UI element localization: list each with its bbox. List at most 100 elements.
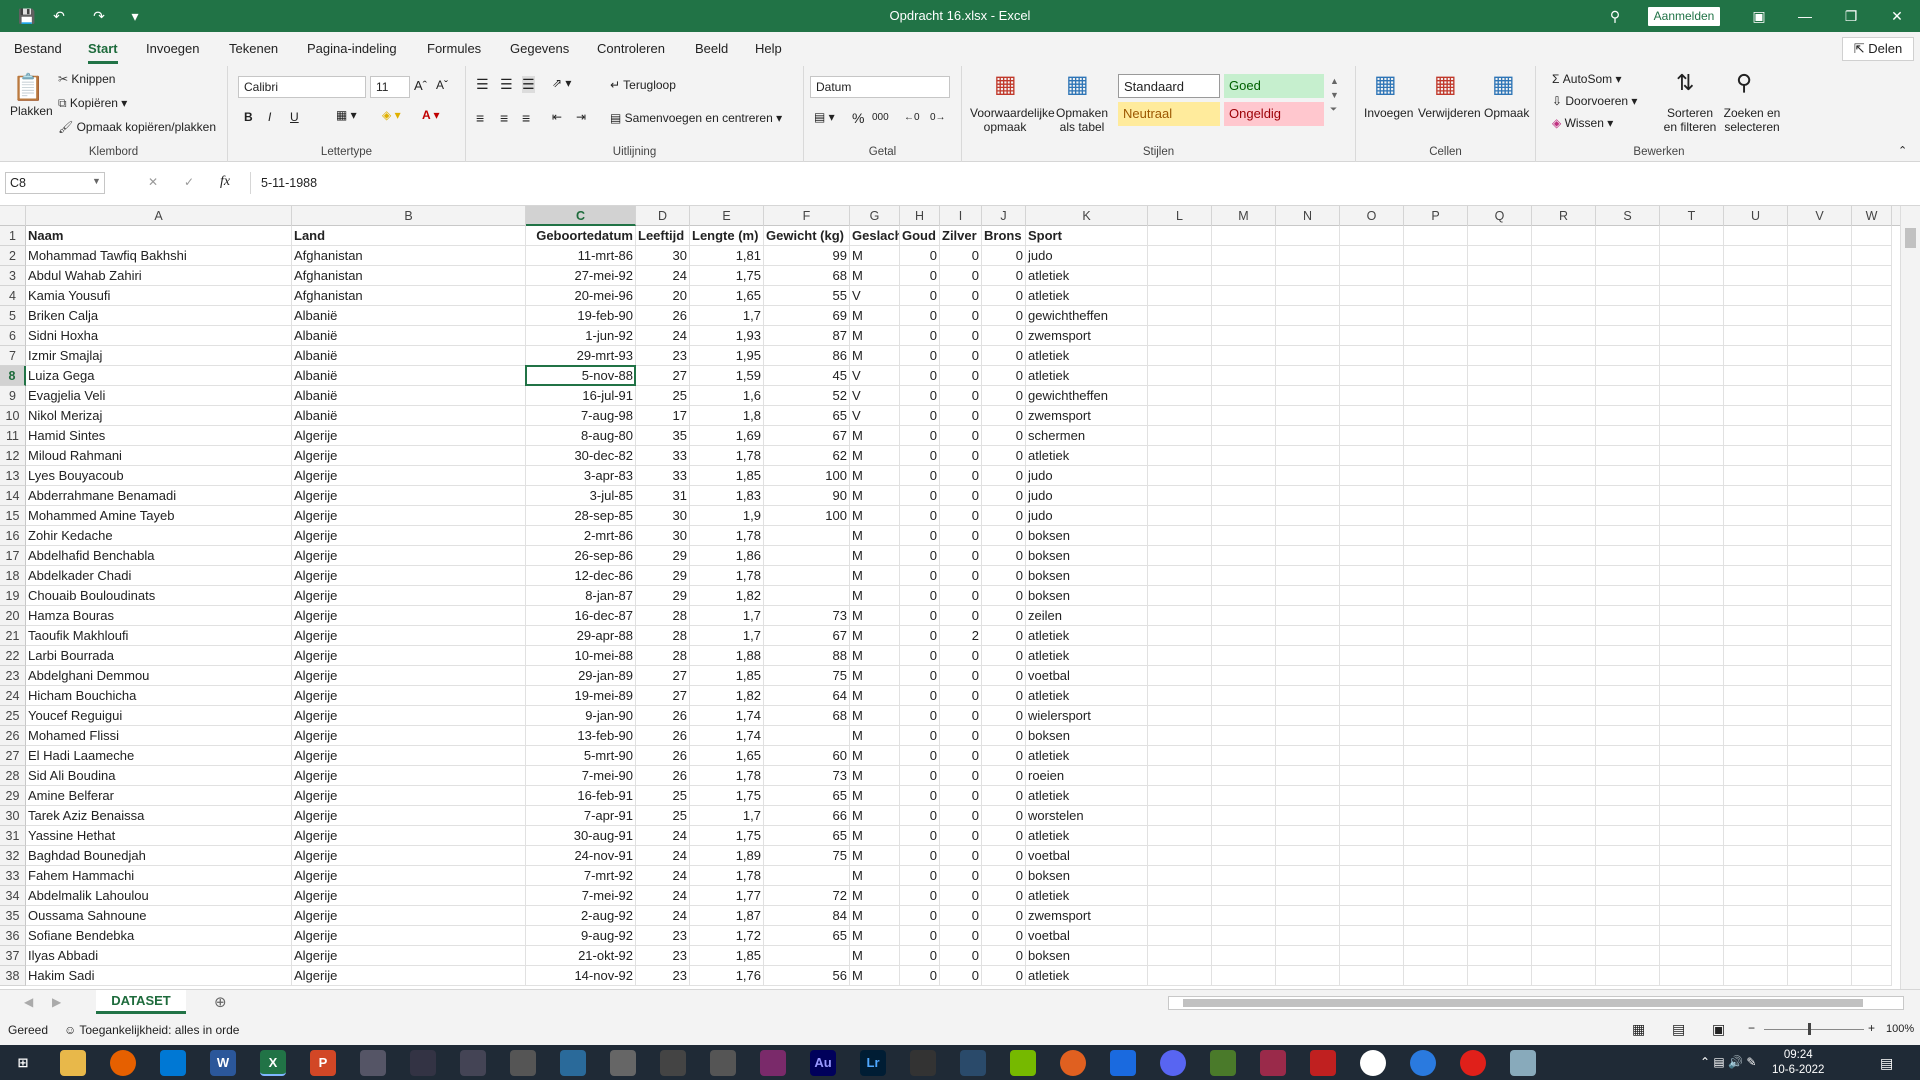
cell[interactable]: V — [850, 406, 900, 426]
align-center-icon[interactable]: ≡ — [500, 110, 508, 126]
cell[interactable] — [1788, 906, 1852, 926]
cell[interactable]: 1,75 — [690, 786, 764, 806]
cell[interactable]: atletiek — [1026, 786, 1148, 806]
cell[interactable] — [1340, 466, 1404, 486]
column-header-b[interactable]: B — [292, 206, 526, 226]
cell[interactable]: 0 — [900, 786, 940, 806]
cell[interactable] — [1852, 946, 1892, 966]
cell[interactable]: Abdul Wahab Zahiri — [26, 266, 292, 286]
cell[interactable] — [1148, 886, 1212, 906]
cell[interactable] — [1724, 346, 1788, 366]
styles-scroll-icon[interactable]: ▲ ▼ ⏷ — [1330, 74, 1339, 116]
cell[interactable] — [1788, 566, 1852, 586]
cell[interactable] — [1404, 786, 1468, 806]
merge-center-button[interactable]: ▤ Samenvoegen en centreren ▾ — [610, 111, 782, 125]
add-sheet-icon[interactable]: ⊕ — [214, 993, 227, 1011]
cell[interactable] — [1340, 406, 1404, 426]
row-header[interactable]: 3 — [0, 266, 26, 286]
cell[interactable] — [1340, 686, 1404, 706]
cell[interactable]: 26-sep-86 — [526, 546, 636, 566]
cell[interactable]: 27 — [636, 666, 690, 686]
cell[interactable] — [1724, 506, 1788, 526]
cell[interactable] — [1724, 746, 1788, 766]
cell[interactable]: Land — [292, 226, 526, 246]
cell[interactable]: M — [850, 526, 900, 546]
cell[interactable]: 0 — [900, 746, 940, 766]
cell[interactable]: 0 — [982, 306, 1026, 326]
cell[interactable]: 1,69 — [690, 426, 764, 446]
cell[interactable] — [1724, 946, 1788, 966]
row-header[interactable]: 18 — [0, 566, 26, 586]
cell[interactable] — [1788, 846, 1852, 866]
cell[interactable]: atletiek — [1026, 966, 1148, 986]
cell[interactable]: 0 — [940, 926, 982, 946]
cell[interactable]: 33 — [636, 466, 690, 486]
cell[interactable]: 0 — [900, 766, 940, 786]
app-icon-9[interactable] — [760, 1050, 786, 1076]
cell[interactable] — [1340, 726, 1404, 746]
cell[interactable]: Afghanistan — [292, 266, 526, 286]
cell[interactable]: Geslacht — [850, 226, 900, 246]
cell[interactable]: 1,65 — [690, 286, 764, 306]
cell[interactable]: 67 — [764, 626, 850, 646]
horizontal-scrollbar[interactable] — [1168, 996, 1904, 1010]
tray-icons[interactable]: ⌃ ▤ 🔊 ✎ — [1700, 1055, 1756, 1069]
cell[interactable]: 14-nov-92 — [526, 966, 636, 986]
cell[interactable] — [1788, 426, 1852, 446]
cell[interactable] — [1660, 946, 1724, 966]
cell[interactable]: 0 — [900, 606, 940, 626]
cell[interactable] — [1724, 806, 1788, 826]
tab-gegevens[interactable]: Gegevens — [510, 41, 569, 56]
column-header-u[interactable]: U — [1724, 206, 1788, 226]
cell[interactable]: 10-mei-88 — [526, 646, 636, 666]
cell[interactable] — [1660, 666, 1724, 686]
zoom-slider[interactable] — [1764, 1029, 1864, 1030]
cell[interactable] — [1660, 226, 1724, 246]
cell[interactable] — [1148, 766, 1212, 786]
cell[interactable] — [1788, 826, 1852, 846]
app-icon-5[interactable] — [560, 1050, 586, 1076]
cell[interactable] — [1596, 446, 1660, 466]
cell[interactable]: 1,7 — [690, 806, 764, 826]
cell[interactable]: 65 — [764, 406, 850, 426]
cell[interactable] — [1852, 906, 1892, 926]
cell[interactable] — [1340, 306, 1404, 326]
cell[interactable] — [1788, 786, 1852, 806]
align-bottom-icon[interactable]: ☰ — [522, 76, 535, 93]
cell[interactable] — [1468, 646, 1532, 666]
cell[interactable]: 0 — [940, 266, 982, 286]
cell[interactable]: M — [850, 586, 900, 606]
app-icon-14[interactable] — [1210, 1050, 1236, 1076]
cell[interactable] — [1468, 486, 1532, 506]
cell[interactable] — [1788, 966, 1852, 986]
cell[interactable] — [1148, 806, 1212, 826]
cell[interactable] — [1468, 546, 1532, 566]
cell[interactable]: gewichtheffen — [1026, 306, 1148, 326]
cell[interactable] — [1788, 866, 1852, 886]
cell[interactable]: 68 — [764, 706, 850, 726]
normal-view-icon[interactable]: ▦ — [1632, 1021, 1645, 1038]
cell[interactable]: 7-mei-90 — [526, 766, 636, 786]
cell[interactable] — [1852, 546, 1892, 566]
cell[interactable]: 0 — [940, 486, 982, 506]
cell[interactable]: 0 — [900, 566, 940, 586]
cell[interactable] — [1404, 646, 1468, 666]
cell[interactable] — [1596, 706, 1660, 726]
cell[interactable] — [1468, 946, 1532, 966]
cell[interactable] — [1468, 306, 1532, 326]
cell[interactable]: 8-jan-87 — [526, 586, 636, 606]
cell[interactable]: 7-aug-98 — [526, 406, 636, 426]
cell[interactable] — [1404, 286, 1468, 306]
cell[interactable] — [1340, 746, 1404, 766]
cell[interactable]: M — [850, 866, 900, 886]
cell[interactable] — [1468, 286, 1532, 306]
cell[interactable]: 8-aug-80 — [526, 426, 636, 446]
cell[interactable]: 1,74 — [690, 706, 764, 726]
cell[interactable]: 0 — [900, 886, 940, 906]
cell[interactable] — [1660, 486, 1724, 506]
cell[interactable]: 29 — [636, 546, 690, 566]
page-break-icon[interactable]: ▣ — [1712, 1021, 1725, 1038]
cell[interactable] — [1148, 446, 1212, 466]
row-header[interactable]: 6 — [0, 326, 26, 346]
cell[interactable] — [1276, 566, 1340, 586]
